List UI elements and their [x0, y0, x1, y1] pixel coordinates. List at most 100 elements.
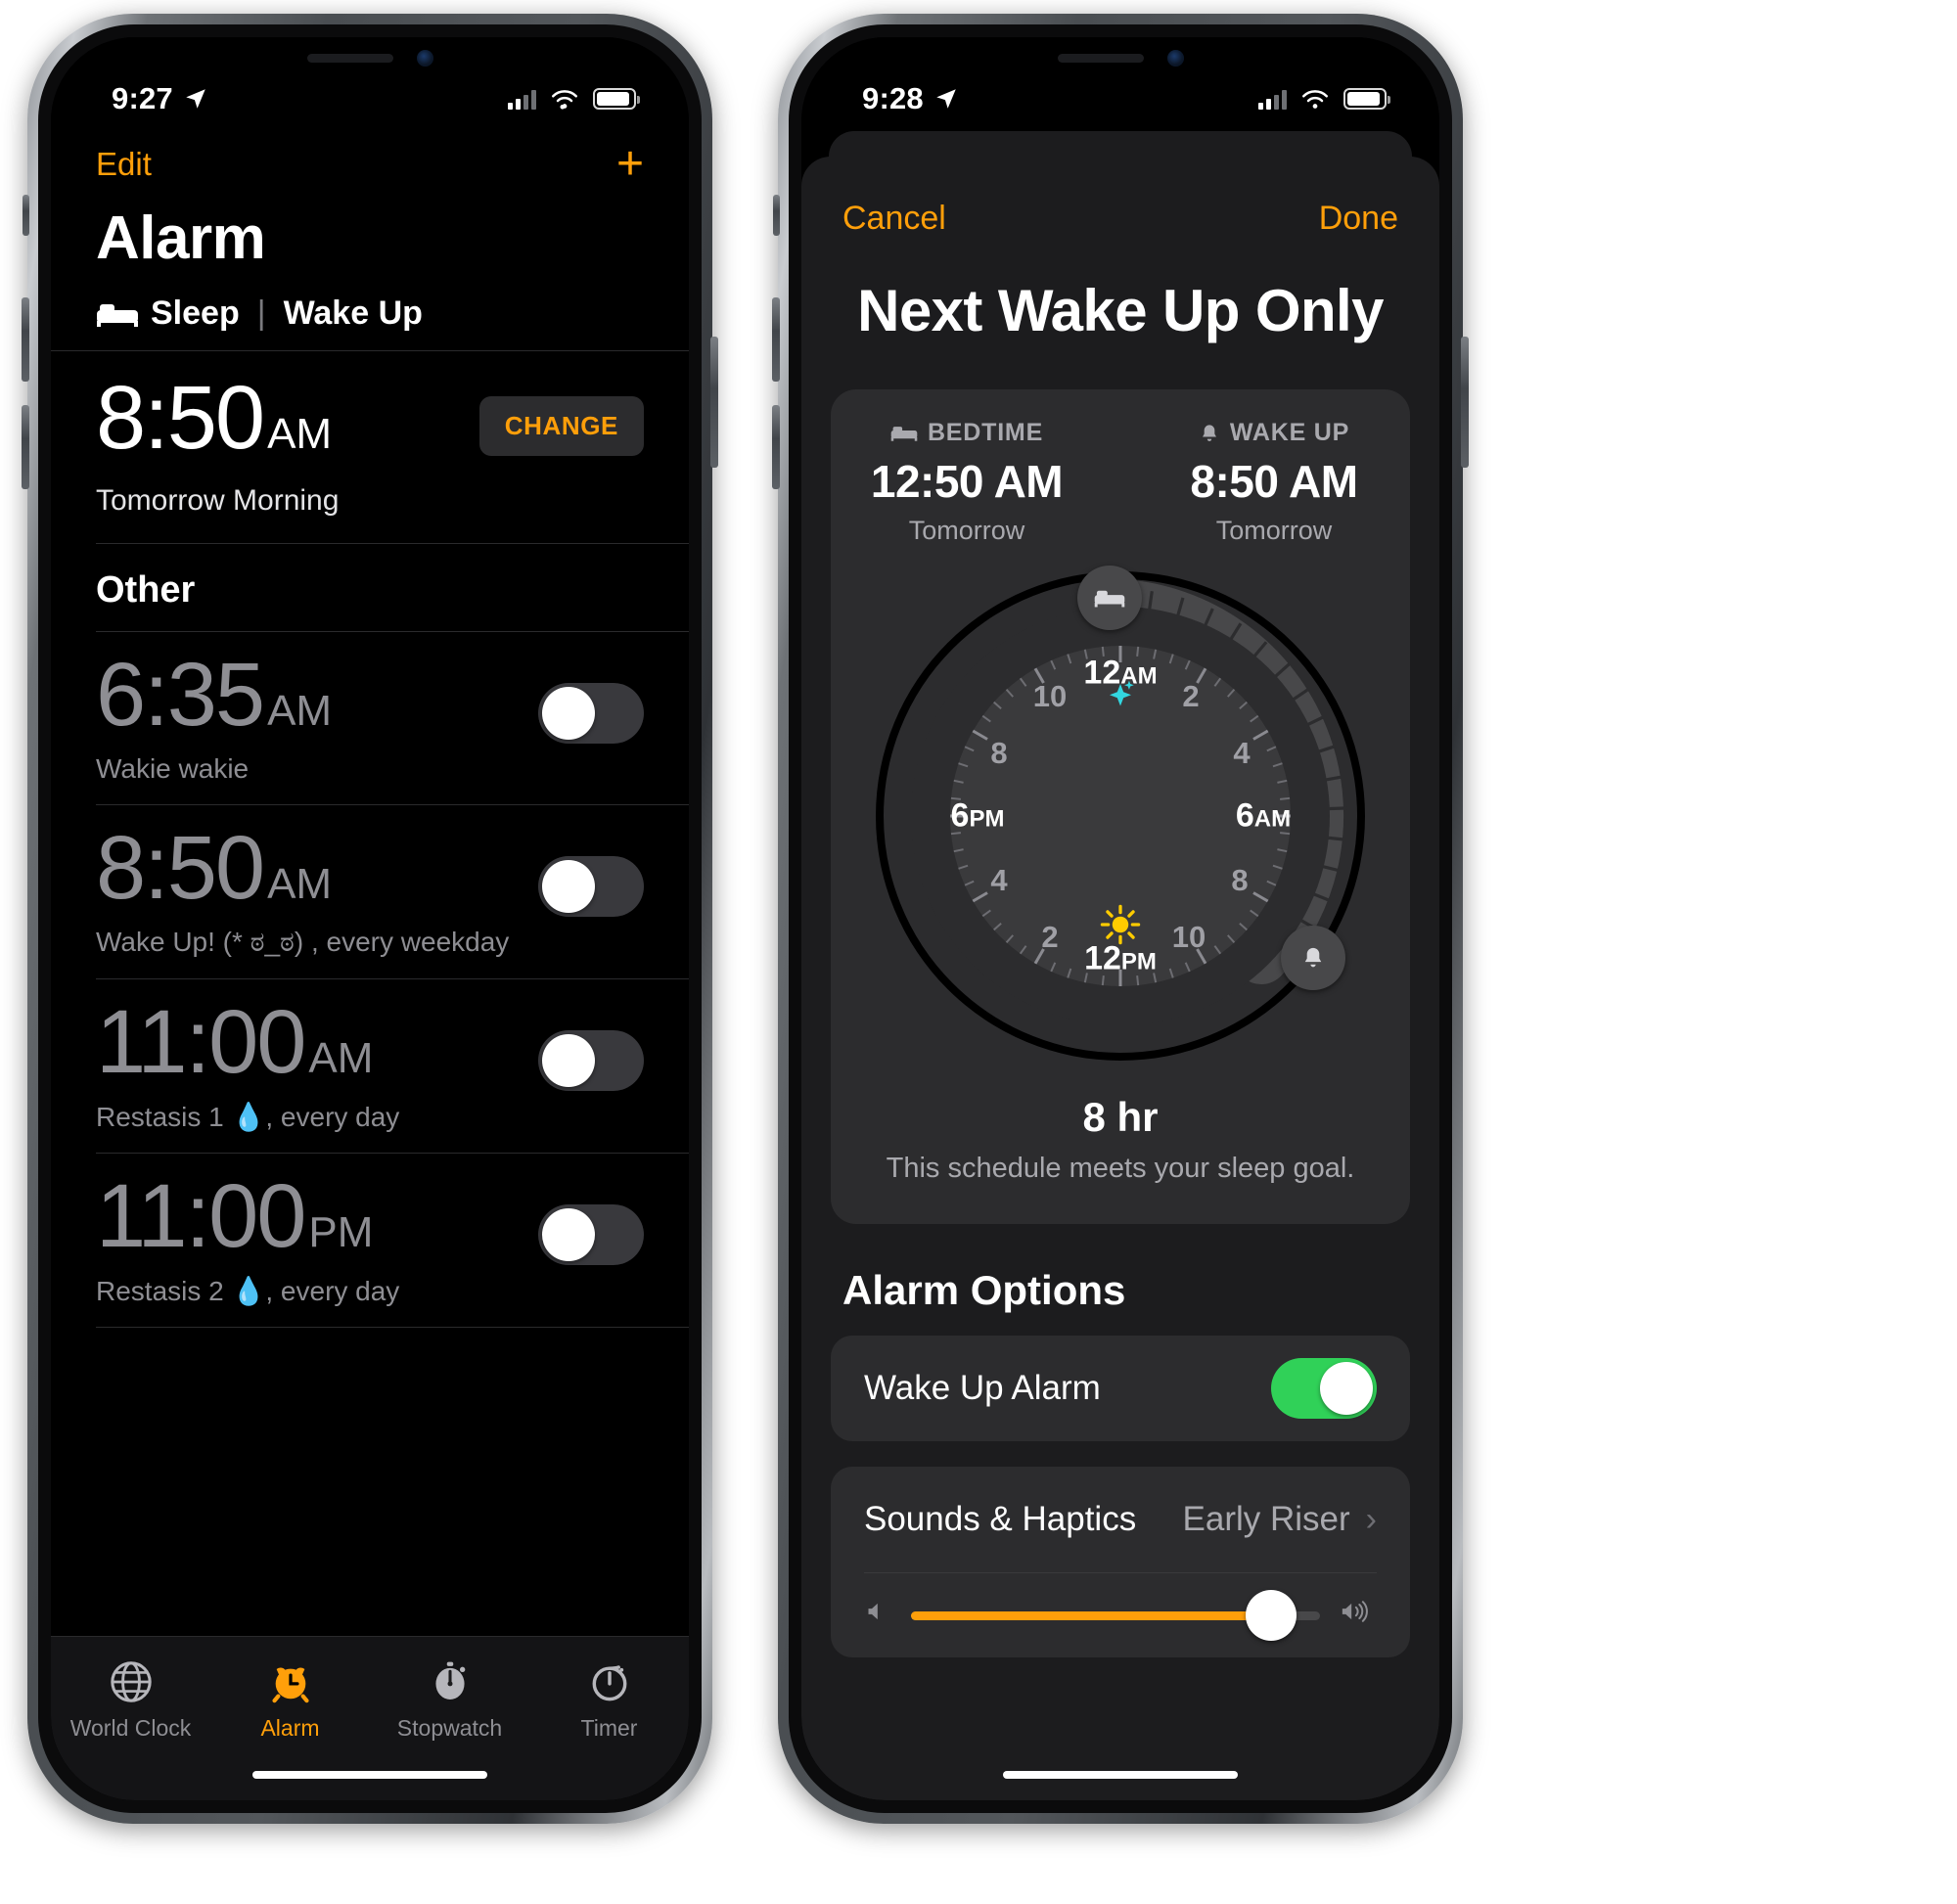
home-indicator[interactable] — [252, 1771, 487, 1779]
battery-icon — [1343, 88, 1390, 110]
bedtime-handle[interactable] — [1077, 566, 1142, 630]
tab-label: Alarm — [260, 1715, 320, 1741]
wake-up-alarm-card[interactable]: 8:50 AM Tomorrow Morning CHANGE — [51, 351, 689, 543]
volume-up-button[interactable] — [772, 297, 780, 382]
front-camera-icon — [1166, 49, 1184, 67]
alarm-list-item[interactable]: 11:00 PM Restasis 2 💧, every day — [51, 1154, 689, 1327]
alarm-time-meridiem: AM — [267, 687, 333, 735]
power-button[interactable] — [1461, 337, 1469, 468]
wake-up-time-meridiem: AM — [267, 410, 333, 458]
plus-icon[interactable]: + — [616, 141, 644, 188]
bell-icon — [1202, 424, 1216, 441]
sounds-haptics-row[interactable]: Sounds & Haptics Early Riser › — [864, 1467, 1377, 1572]
wifi-icon — [1302, 89, 1328, 109]
tab-timer[interactable]: Timer — [529, 1656, 689, 1742]
alarm-clock-icon — [268, 1656, 313, 1707]
alarm-volume-row[interactable] — [864, 1573, 1377, 1657]
wake-up-alarm-toggle[interactable] — [1271, 1358, 1377, 1419]
cancel-button[interactable]: Cancel — [842, 200, 946, 238]
edit-button[interactable]: Edit — [96, 146, 152, 183]
volume-down-button[interactable] — [772, 405, 780, 489]
bed-icon — [97, 303, 138, 327]
wakeup-caption-group: WAKE UP — [1161, 419, 1387, 447]
sleep-duration: 8 hr — [1082, 1094, 1159, 1140]
power-button[interactable] — [710, 337, 718, 468]
alarm-toggle[interactable] — [538, 1030, 644, 1091]
sleep-dial[interactable]: 12AM 6AM 12PM 6PM 2 4 8 10 2 4 8 10 — [876, 566, 1365, 1061]
speaker-max-icon — [1338, 1598, 1377, 1633]
dial-tick — [964, 880, 975, 886]
dial-tick — [981, 714, 991, 723]
alarm-list-item[interactable]: 8:50 AM Wake Up! (* ಠ_ಠ) , every weekday — [51, 805, 689, 978]
volume-up-button[interactable] — [22, 297, 29, 382]
sleep-duration-note: This schedule meets your sleep goal. — [886, 1153, 1355, 1184]
dial-tick — [972, 729, 988, 741]
alarm-label: Wake Up! (* ಠ_ಠ) , every weekday — [96, 927, 510, 957]
toggle-knob — [542, 860, 595, 913]
sounds-haptics-label: Sounds & Haptics — [864, 1500, 1137, 1538]
silent-switch[interactable] — [23, 195, 29, 236]
alarm-list-item[interactable]: 6:35 AM Wakie wakie — [51, 632, 689, 804]
home-indicator[interactable] — [1003, 1771, 1238, 1779]
battery-icon — [593, 88, 640, 110]
dial-label-2pm: 2 — [1041, 920, 1059, 954]
sleep-schedule-card: BEDTIME 12:50 AM Tomorrow WAKE UP 8:50 A… — [831, 389, 1410, 1224]
dial-tick — [1226, 689, 1236, 698]
wake-up-time-value: 8:50 — [96, 368, 265, 468]
tab-label: Timer — [580, 1715, 638, 1741]
status-left-group: 9:28 — [862, 81, 959, 116]
alarm-time-value: 11:00 — [96, 1166, 306, 1266]
front-camera-icon — [416, 49, 433, 67]
volume-down-button[interactable] — [22, 405, 29, 489]
dial-tick — [1239, 701, 1248, 710]
wake-up-alarm-row[interactable]: Wake Up Alarm — [864, 1336, 1377, 1441]
bedtime-caption-group: BEDTIME — [854, 419, 1079, 447]
volume-slider[interactable] — [911, 1590, 1320, 1641]
wake-up-sublabel: Tomorrow Morning — [96, 484, 340, 517]
dial-tick — [1005, 689, 1015, 698]
location-arrow-icon — [186, 89, 205, 109]
alarm-toggle[interactable] — [538, 856, 644, 917]
status-left-group: 9:27 — [112, 81, 208, 116]
dial-label-6am: 6AM — [1235, 796, 1292, 835]
status-time: 9:27 — [112, 81, 173, 115]
tab-world-clock[interactable]: World Clock — [51, 1656, 210, 1742]
dial-tick — [1067, 654, 1072, 664]
alarm-toggle[interactable] — [538, 683, 644, 744]
iphone-device-right: 9:28 Cancel Done Next Wake Up Only BEDTI… — [772, 14, 1469, 1824]
dial-tick — [993, 701, 1002, 710]
screen-right: 9:28 Cancel Done Next Wake Up Only BEDTI… — [801, 37, 1439, 1800]
toggle-knob — [542, 1208, 595, 1261]
alarm-time-meridiem: AM — [308, 1034, 374, 1082]
wifi-icon — [552, 89, 577, 110]
cellular-signal-icon — [1258, 88, 1287, 110]
volume-knob[interactable] — [1245, 1590, 1297, 1641]
location-arrow-icon — [936, 89, 956, 109]
change-button[interactable]: CHANGE — [478, 396, 644, 456]
sounds-haptics-value: Early Riser — [1182, 1500, 1350, 1538]
dial-tick — [1252, 729, 1269, 741]
alarm-list-item[interactable]: 11:00 AM Restasis 1 💧, every day — [51, 979, 689, 1153]
alarm-time-meridiem: PM — [308, 1208, 374, 1256]
wakeup-day: Tomorrow — [1215, 516, 1333, 545]
dial-tick — [1168, 968, 1174, 978]
device-notch — [986, 37, 1254, 78]
sleep-wake-up-header[interactable]: Sleep | Wake Up — [51, 273, 689, 350]
dial-tick — [1184, 962, 1191, 973]
dial-tick — [1250, 714, 1259, 723]
silent-switch[interactable] — [773, 195, 780, 236]
done-button[interactable]: Done — [1319, 200, 1398, 238]
sparkle-moon-icon — [1099, 673, 1142, 725]
wakeup-handle[interactable] — [1281, 926, 1345, 990]
sun-icon — [1099, 903, 1142, 955]
tab-alarm[interactable]: Alarm — [210, 1656, 370, 1742]
chevron-right-icon: › — [1365, 1500, 1377, 1538]
toggle-knob — [542, 1034, 595, 1087]
dial-tick — [1277, 779, 1288, 784]
tab-stopwatch[interactable]: Stopwatch — [370, 1656, 529, 1742]
alarm-options-header: Alarm Options — [842, 1267, 1126, 1313]
sleep-schedule-editor: Cancel Done Next Wake Up Only BEDTIME 12… — [801, 37, 1439, 1800]
speaker-min-icon — [864, 1598, 893, 1633]
sheet-title: Next Wake Up Only — [857, 278, 1384, 343]
alarm-toggle[interactable] — [538, 1204, 644, 1265]
